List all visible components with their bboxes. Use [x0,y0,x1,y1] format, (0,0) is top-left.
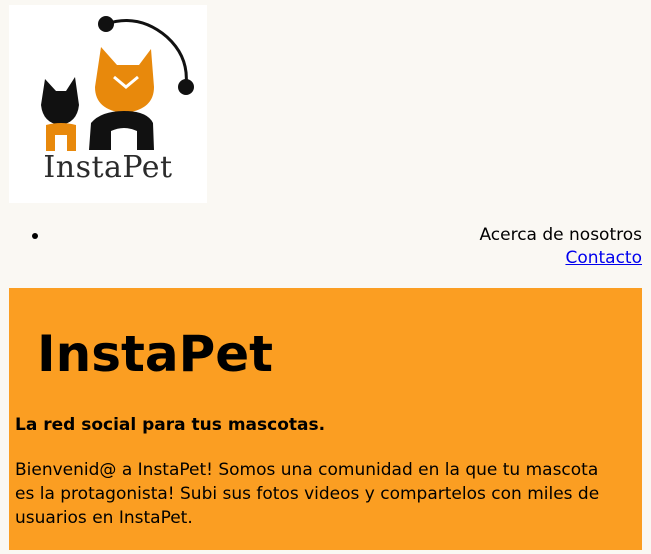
nav-item: Acerca de nosotros Contacto [9,224,642,270]
hero-subtitle: La red social para tus mascotas. [15,415,326,435]
hero-title: InstaPet [37,325,274,383]
nav-list: Acerca de nosotros Contacto [9,224,642,270]
list-bullet [32,233,38,239]
hero-section: InstaPet La red social para tus mascotas… [9,288,642,550]
logo-wordmark: InstaPet [43,150,173,185]
hero-body: Bienvenid@ a InstaPet! Somos una comunid… [15,460,600,528]
instapet-logo: InstaPet [9,5,207,203]
nav-about[interactable]: Acerca de nosotros [9,224,642,247]
nav-contact-link[interactable]: Contacto [9,247,642,270]
